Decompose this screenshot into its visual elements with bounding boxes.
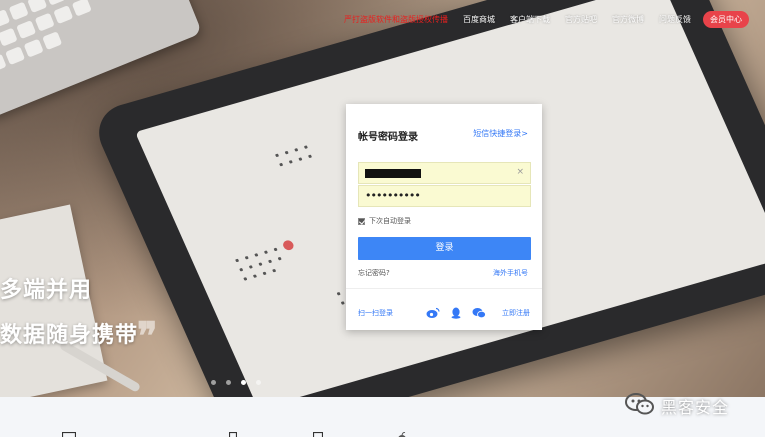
wechat-icon[interactable] [472,304,486,323]
social-login-icons [426,304,496,323]
sms-login-link[interactable]: 短信快捷登录> [473,128,528,139]
tablet-icon [312,427,324,437]
overseas-phone-link[interactable]: 海外手机号 [493,268,528,278]
clear-icon[interactable]: × [516,167,524,177]
carousel-dot[interactable] [256,380,261,385]
weibo-icon[interactable] [426,304,440,323]
nav-item-tieba[interactable]: 官方贴吧 [565,14,597,25]
forgot-password-link[interactable]: 忘记密码? [358,268,390,278]
scan-login-link[interactable]: 扫一扫登录 [358,308,393,318]
watermark-text: 黑客安全 [661,398,730,417]
nav-item-feedback[interactable]: 问题反馈 [659,14,691,25]
vip-center-button[interactable]: 会员中心 [703,11,749,28]
divider [346,288,542,289]
carousel-dot-active[interactable] [241,380,246,385]
qq-icon[interactable] [450,304,462,323]
quote-mark-icon: ❞ [137,313,158,358]
phone-icon [228,427,238,437]
carousel-dot[interactable] [226,380,231,385]
remember-label: 下次自动登录 [369,217,411,225]
carousel-indicators [211,380,271,385]
slogan-line-2: 数据随身携带 [0,323,139,348]
android-icon [146,427,158,437]
carousel-dot[interactable] [211,380,216,385]
password-mask: •••••••••• [365,189,421,202]
password-input[interactable]: •••••••••• [358,185,531,207]
slogan-line-1: 多端并用 [0,278,93,303]
watermark: 黑客安全 [625,392,729,420]
wechat-logo-icon [625,392,655,420]
login-panel: 帐号密码登录 短信快捷登录> × •••••••••• 下次自动登录 登录 忘记… [346,104,542,330]
username-input[interactable]: × [358,162,531,184]
login-button[interactable]: 登录 [358,237,531,260]
nav-item-client-download[interactable]: 客户端下载 [510,14,550,25]
monitor-icon [61,427,77,437]
login-title: 帐号密码登录 [358,132,418,143]
apple-icon [397,427,407,437]
remember-login[interactable]: 下次自动登录 [358,216,411,226]
nav-item-weibo[interactable]: 官方微博 [612,14,644,25]
redacted-username [365,169,421,178]
top-navigation: 严打盗版软件和盗版授权传播 百度商城 客户端下载 官方贴吧 官方微博 问题反馈 … [329,11,749,28]
register-link[interactable]: 立即注册 [502,308,530,318]
nav-item-store[interactable]: 百度商城 [463,14,495,25]
nav-promo-link[interactable]: 严打盗版软件和盗版授权传播 [344,14,448,25]
remember-checkbox[interactable] [358,217,365,225]
